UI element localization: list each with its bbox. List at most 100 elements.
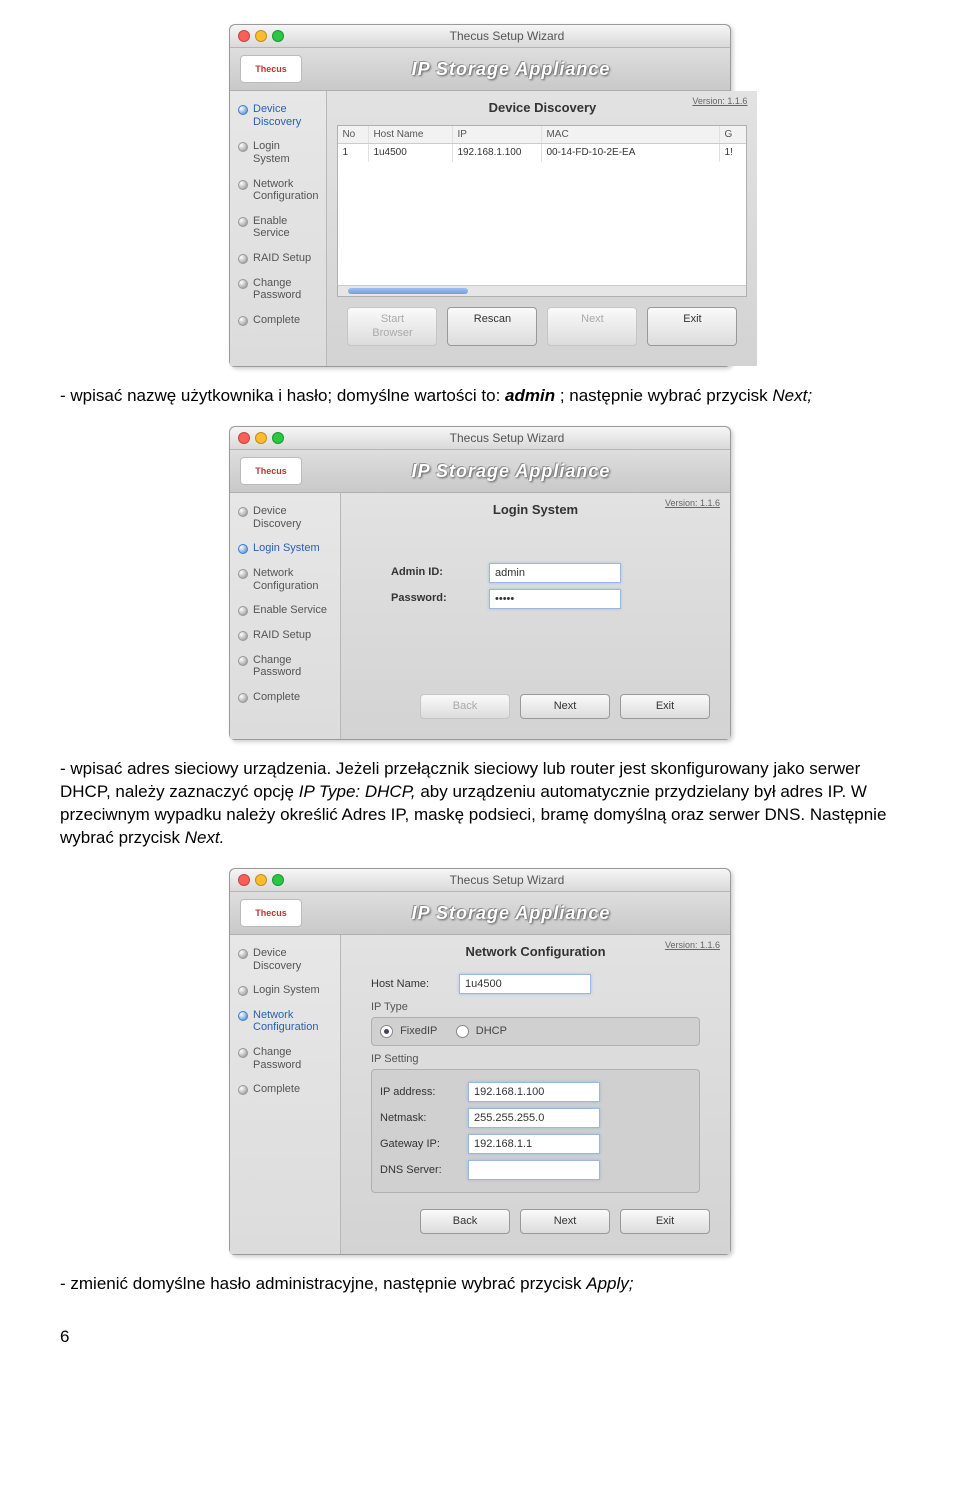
col-mac: MAC	[542, 126, 720, 144]
col-ip: IP	[453, 126, 542, 144]
next-button[interactable]: Next	[520, 694, 610, 719]
sidebar-item-device-discovery[interactable]: Device Discovery	[230, 99, 326, 136]
bullet-icon	[238, 631, 248, 641]
hostname-label: Host Name:	[371, 977, 451, 992]
horizontal-scrollbar[interactable]	[338, 285, 746, 296]
sidebar-item-network-config[interactable]: Network Configuration	[230, 1005, 340, 1042]
hostname-input[interactable]: 1u4500	[459, 974, 591, 994]
sidebar: Device Discovery Login System Network Co…	[230, 493, 341, 739]
text: - wpisać nazwę użytkownika i hasło; domy…	[60, 386, 505, 405]
bullet-icon	[238, 1048, 248, 1058]
appliance-title: IP Storage Appliance	[302, 459, 720, 483]
text-apply: Apply;	[586, 1274, 633, 1293]
traffic-lights	[238, 432, 284, 444]
bullet-icon	[238, 1085, 248, 1095]
table-row[interactable]: 1 1u4500 192.168.1.100 00-14-FD-10-2E-EA…	[338, 144, 746, 162]
iptype-label: IP Type	[371, 1000, 700, 1015]
version-label: Version: 1.1.6	[692, 95, 747, 107]
instruction-2: - wpisać adres sieciowy urządzenia. Jeże…	[60, 758, 900, 850]
header-bar: Thecus IP Storage Appliance	[230, 892, 730, 935]
bullet-icon	[238, 279, 248, 289]
dns-input[interactable]	[468, 1160, 600, 1180]
close-icon[interactable]	[238, 874, 250, 886]
ipaddr-input[interactable]: 192.168.1.100	[468, 1082, 600, 1102]
sidebar-item-label: Network Configuration	[253, 178, 318, 203]
sidebar-item-network-config[interactable]: Network Configuration	[230, 174, 326, 211]
sidebar-item-label: RAID Setup	[253, 252, 311, 265]
sidebar-item-login-system[interactable]: Login System	[230, 538, 340, 563]
device-table: No Host Name IP MAC G 1 1u4500 192.168.1…	[337, 125, 747, 297]
gateway-input[interactable]: 192.168.1.1	[468, 1134, 600, 1154]
main-pane: Version: 1.1.6 Network Configuration Hos…	[341, 935, 730, 1254]
bullet-icon	[238, 316, 248, 326]
exit-button[interactable]: Exit	[620, 694, 710, 719]
sidebar-item-raid-setup[interactable]: RAID Setup	[230, 625, 340, 650]
sidebar-item-label: Network Configuration	[253, 567, 332, 592]
exit-button[interactable]: Exit	[620, 1209, 710, 1234]
minimize-icon[interactable]	[255, 30, 267, 42]
col-g: G	[720, 126, 746, 144]
cell-g: 1!	[720, 144, 746, 162]
text-next: Next.	[185, 828, 225, 847]
window-title: Thecus Setup Wizard	[292, 872, 722, 888]
exit-button[interactable]: Exit	[647, 307, 737, 347]
netmask-input[interactable]: 255.255.255.0	[468, 1108, 600, 1128]
next-button[interactable]: Next	[547, 307, 637, 347]
zoom-icon[interactable]	[272, 874, 284, 886]
ipaddr-label: IP address:	[380, 1085, 460, 1100]
radio-fixedip[interactable]	[380, 1025, 393, 1038]
text-admin: admin	[505, 386, 555, 405]
sidebar-item-login-system[interactable]: Login System	[230, 136, 326, 173]
sidebar-item-change-password[interactable]: Change Password	[230, 650, 340, 687]
header-bar: Thecus IP Storage Appliance	[230, 450, 730, 493]
sidebar-item-change-password[interactable]: Change Password	[230, 273, 326, 310]
version-label: Version: 1.1.6	[665, 939, 720, 951]
sidebar-item-label: Enable Service	[253, 604, 327, 617]
back-button[interactable]: Back	[420, 694, 510, 719]
sidebar-item-label: Login System	[253, 542, 320, 555]
gateway-label: Gateway IP:	[380, 1137, 460, 1152]
admin-id-input[interactable]: admin	[489, 563, 621, 583]
sidebar-item-login-system[interactable]: Login System	[230, 980, 340, 1005]
sidebar-item-change-password[interactable]: Change Password	[230, 1042, 340, 1079]
sidebar-item-complete[interactable]: Complete	[230, 310, 326, 335]
minimize-icon[interactable]	[255, 432, 267, 444]
sidebar-item-label: Complete	[253, 1083, 300, 1096]
sidebar-item-complete[interactable]: Complete	[230, 687, 340, 712]
sidebar-item-enable-service[interactable]: Enable Service	[230, 600, 340, 625]
sidebar-item-network-config[interactable]: Network Configuration	[230, 563, 340, 600]
sidebar-item-enable-service[interactable]: Enable Service	[230, 211, 326, 248]
minimize-icon[interactable]	[255, 874, 267, 886]
titlebar: Thecus Setup Wizard	[230, 427, 730, 450]
sidebar-item-device-discovery[interactable]: Device Discovery	[230, 943, 340, 980]
start-browser-button[interactable]: Start Browser	[347, 307, 437, 347]
admin-id-label: Admin ID:	[391, 565, 481, 580]
zoom-icon[interactable]	[272, 432, 284, 444]
wizard-window-network: Thecus Setup Wizard Thecus IP Storage Ap…	[229, 868, 731, 1255]
password-input[interactable]: •••••	[489, 589, 621, 609]
logo: Thecus	[240, 899, 302, 927]
bullet-icon	[238, 507, 248, 517]
window-title: Thecus Setup Wizard	[292, 430, 722, 446]
radio-dhcp[interactable]	[456, 1025, 469, 1038]
next-button[interactable]: Next	[520, 1209, 610, 1234]
bullet-icon	[238, 180, 248, 190]
sidebar-item-label: Enable Service	[253, 215, 318, 240]
bullet-icon	[238, 142, 248, 152]
scrollbar-thumb[interactable]	[348, 288, 468, 294]
sidebar-item-complete[interactable]: Complete	[230, 1079, 340, 1104]
bullet-icon	[238, 105, 248, 115]
back-button[interactable]: Back	[420, 1209, 510, 1234]
sidebar-item-device-discovery[interactable]: Device Discovery	[230, 501, 340, 538]
close-icon[interactable]	[238, 30, 250, 42]
logo: Thecus	[240, 55, 302, 83]
password-label: Password:	[391, 591, 481, 606]
rescan-button[interactable]: Rescan	[447, 307, 537, 347]
sidebar-item-raid-setup[interactable]: RAID Setup	[230, 248, 326, 273]
ipsetting-panel: IP address: 192.168.1.100 Netmask: 255.2…	[371, 1069, 700, 1193]
zoom-icon[interactable]	[272, 30, 284, 42]
sidebar-item-label: Device Discovery	[253, 103, 318, 128]
sidebar-item-label: Device Discovery	[253, 505, 332, 530]
appliance-title: IP Storage Appliance	[302, 901, 720, 925]
close-icon[interactable]	[238, 432, 250, 444]
